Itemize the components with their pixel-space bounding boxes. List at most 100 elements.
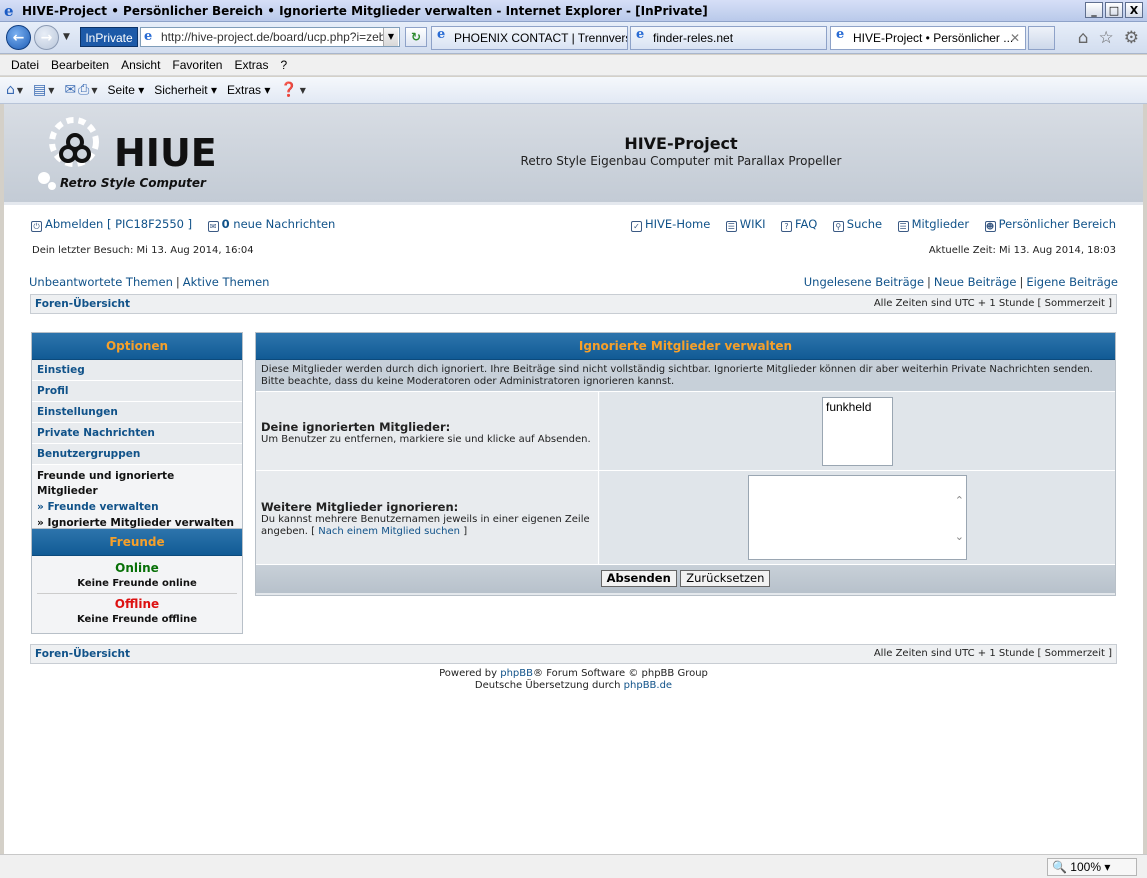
print-dropdown-icon[interactable]: ▼ — [91, 86, 97, 95]
tab-label: PHOENIX CONTACT | Trennvers... — [454, 31, 628, 45]
menu-bearbeiten[interactable]: Bearbeiten — [51, 58, 109, 72]
print-icon[interactable]: ⎙ — [78, 82, 89, 98]
offline-heading: Offline — [114, 597, 160, 611]
ignored-members-list[interactable]: funkheld — [822, 397, 893, 466]
friends-title: Freunde — [32, 529, 242, 556]
search-link[interactable]: ⚲ Suche — [832, 217, 883, 232]
cmd-extras[interactable]: Extras ▾ — [227, 83, 270, 97]
faq-link[interactable]: ? FAQ — [781, 217, 817, 232]
menu-datei[interactable]: Datei — [11, 58, 39, 72]
menu-private-nachrichten[interactable]: Private Nachrichten — [32, 423, 242, 444]
window-title: HIVE-Project • Persönlicher Bereich • Ig… — [22, 4, 708, 18]
active-topics-link[interactable]: Aktive Themen — [183, 275, 270, 289]
add-foes-textarea[interactable]: ⌃ ⌄ — [748, 475, 967, 560]
menu-ansicht[interactable]: Ansicht — [121, 58, 160, 72]
menu-benutzergruppen[interactable]: Benutzergruppen — [32, 444, 242, 465]
menu-favoriten[interactable]: Favoriten — [172, 58, 222, 72]
feeds-icon[interactable]: ▤ — [33, 82, 46, 98]
forum-index-link[interactable]: Foren-Übersicht — [35, 648, 130, 660]
minimize-button[interactable]: _ — [1085, 2, 1103, 18]
search-label: Suche — [846, 217, 883, 231]
separator: | — [927, 275, 931, 289]
no-friends-online: Keine Freunde online — [77, 578, 197, 589]
phpbb-link[interactable]: phpBB — [500, 668, 533, 679]
new-tab-button[interactable] — [1028, 26, 1055, 50]
cmd-sicherheit[interactable]: Sicherheit ▾ — [154, 83, 217, 97]
close-button[interactable]: X — [1125, 2, 1143, 18]
new-posts-link[interactable]: Neue Beiträge — [934, 275, 1017, 289]
cmd-seite[interactable]: Seite ▾ — [108, 83, 145, 97]
hive-home-link[interactable]: ✓ HIVE-Home — [631, 217, 710, 232]
unread-posts-link[interactable]: Ungelesene Beiträge — [804, 275, 924, 289]
forward-arrow-icon: → — [40, 29, 53, 46]
menu-extras[interactable]: Extras — [234, 58, 268, 72]
back-button[interactable]: ← — [6, 25, 31, 50]
faq-icon: ? — [781, 221, 792, 232]
menu-profil[interactable]: Profil — [32, 381, 242, 402]
search-icon: ⚲ — [832, 221, 844, 232]
own-posts-link[interactable]: Eigene Beiträge — [1026, 275, 1118, 289]
options-menu: Optionen Einstieg Profil Einstellungen P… — [31, 332, 243, 536]
menu-help[interactable]: ? — [280, 58, 287, 72]
add-description: Du kannst mehrere Benutzernamen jeweils … — [261, 514, 593, 538]
tab-hive[interactable]: e HIVE-Project • Persönlicher ... ✕ — [830, 26, 1026, 50]
scroll-down-icon[interactable]: ⌄ — [955, 530, 964, 543]
favorites-star-icon[interactable]: ☆ — [1099, 28, 1114, 48]
user-icon: ☻ — [984, 221, 996, 232]
browser-navbar: ← → ▼ InPrivate e http://hive-project.de… — [0, 22, 1147, 54]
history-dropdown-icon[interactable]: ▼ — [63, 32, 70, 42]
wiki-icon: ☰ — [725, 221, 737, 232]
powered-prefix: Powered by — [439, 668, 498, 679]
pm-link[interactable]: ✉ 0 neue Nachrichten — [207, 217, 335, 232]
help-dropdown-icon[interactable]: ▼ — [300, 86, 306, 95]
breadcrumb: Foren-Übersicht Alle Zeiten sind UTC + 1… — [30, 294, 1117, 314]
maximize-button[interactable]: □ — [1105, 2, 1123, 18]
home-dropdown-icon[interactable]: ▼ — [17, 86, 23, 95]
tab-finder[interactable]: e finder-reles.net — [630, 26, 827, 50]
forum-index-link[interactable]: Foren-Übersicht — [35, 298, 130, 310]
tab-label: HIVE-Project • Persönlicher ... — [853, 31, 1014, 45]
logout-link[interactable]: ⏻ Abmelden [ PIC18F2550 ] — [31, 217, 192, 232]
find-member-link[interactable]: Nach einem Mitglied suchen — [318, 526, 460, 537]
subnav-right: Ungelesene Beiträge | Neue Beiträge | Eigene… — [804, 275, 1118, 289]
tab-close-icon[interactable]: ✕ — [1010, 27, 1020, 49]
mail-icon[interactable]: ✉ — [64, 82, 76, 98]
feeds-dropdown-icon[interactable]: ▼ — [48, 86, 54, 95]
scroll-up-icon[interactable]: ⌃ — [955, 494, 964, 507]
foes-panel: Ignorierte Mitglieder verwalten Diese Mi… — [255, 332, 1116, 596]
phpbb-de-link[interactable]: phpBB.de — [624, 680, 672, 691]
menu-einstellungen[interactable]: Einstellungen — [32, 402, 242, 423]
add-desc-end: ] — [463, 526, 468, 537]
cmd-sicherheit-label: Sicherheit — [154, 83, 208, 97]
zoom-icon: 🔍 — [1052, 860, 1067, 874]
panel-title: Ignorierte Mitglieder verwalten — [256, 333, 1115, 360]
menu-friends-manage[interactable]: » Freunde verwalten — [37, 499, 237, 515]
separator: | — [175, 275, 180, 289]
submit-button[interactable]: Absenden — [600, 570, 677, 587]
list-item[interactable]: funkheld — [826, 400, 889, 414]
zoom-control[interactable]: 🔍 100% ▾ — [1047, 858, 1137, 876]
ignored-label: Deine ignorierten Mitglieder: — [261, 420, 451, 434]
wiki-link[interactable]: ☰ WIKI — [725, 217, 766, 232]
wiki-label: WIKI — [739, 217, 766, 231]
home-icon[interactable]: ⌂ — [1078, 28, 1089, 48]
ie-page-icon: e — [636, 27, 645, 42]
ucp-label: Persönlicher Bereich — [998, 217, 1116, 231]
address-bar[interactable]: e http://hive-project.de/board/ucp.php?i… — [140, 27, 400, 47]
ucp-link[interactable]: ☻ Persönlicher Bereich — [984, 217, 1116, 232]
tools-gear-icon[interactable]: ⚙ — [1124, 28, 1139, 48]
address-dropdown-button[interactable]: ▼ — [383, 28, 398, 46]
tab-phoenix[interactable]: e PHOENIX CONTACT | Trennvers... — [431, 26, 628, 50]
reset-button[interactable]: Zurücksetzen — [680, 570, 771, 587]
help-icon[interactable]: ❓ — [280, 82, 297, 98]
home-icon[interactable]: ⌂ — [6, 82, 15, 98]
status-bar: 🔍 100% ▾ — [0, 854, 1147, 878]
menu-einstieg[interactable]: Einstieg — [32, 360, 242, 381]
compat-refresh-button[interactable]: ↻ — [405, 27, 427, 47]
zoom-level: 100% — [1070, 860, 1101, 874]
forward-button[interactable]: → — [34, 25, 59, 50]
unanswered-link[interactable]: Unbeantwortete Themen — [29, 275, 173, 289]
ignored-members-row: Deine ignorierten Mitglieder: Um Benutze… — [256, 392, 1115, 471]
members-link[interactable]: ☰ Mitglieder — [897, 217, 969, 232]
footer-translation: Deutsche Übersetzung durch phpBB.de — [4, 680, 1143, 692]
